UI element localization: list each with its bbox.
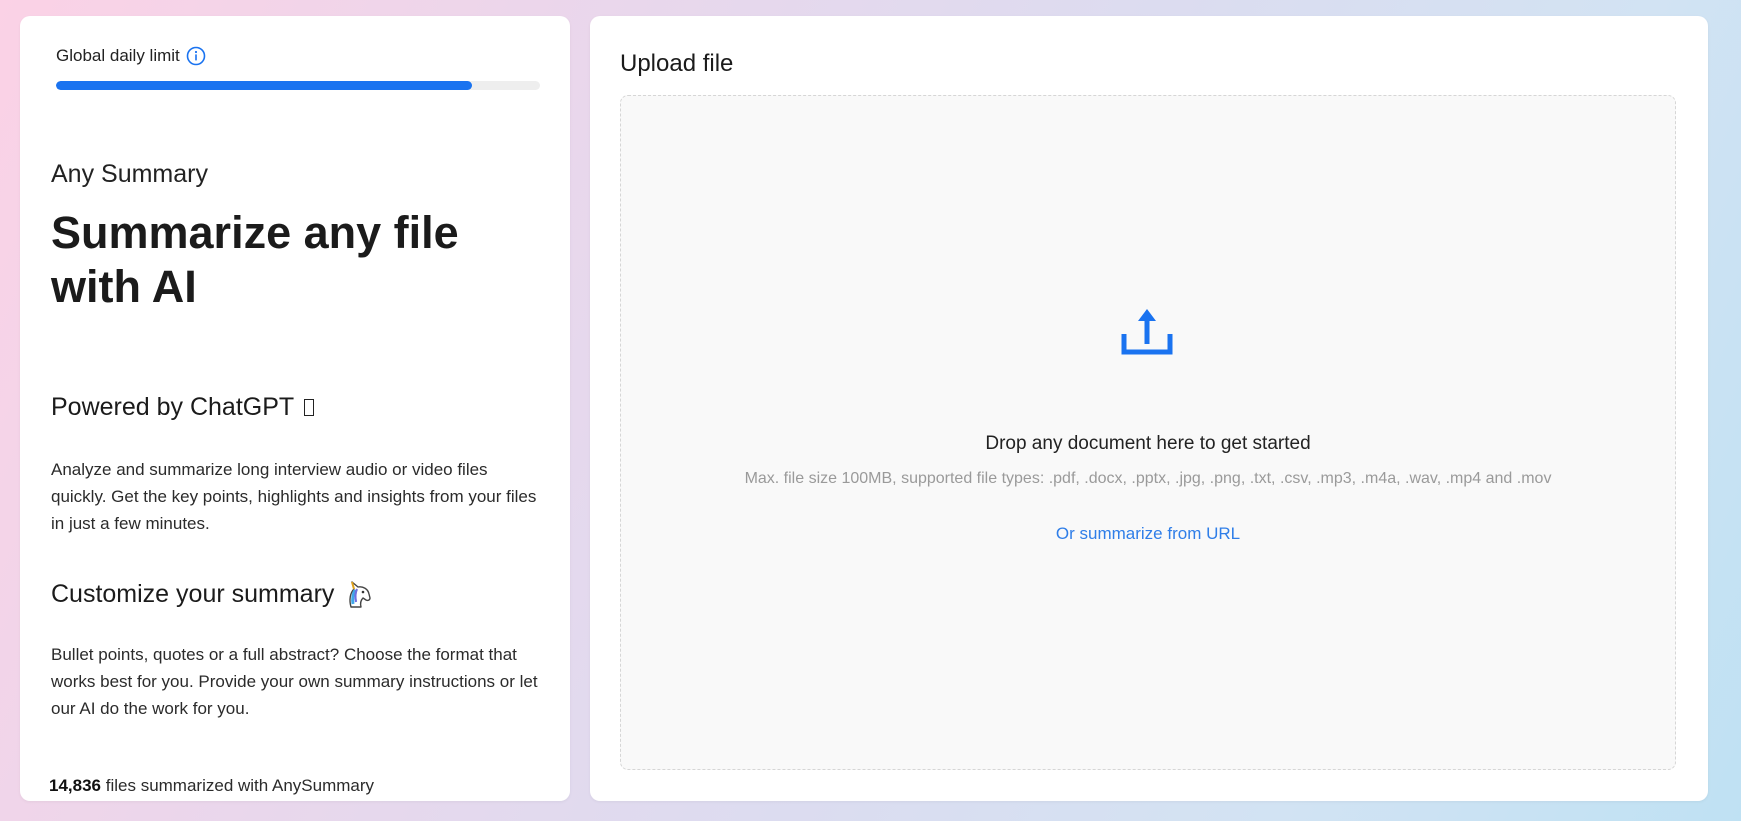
- files-summarized-stat: 14,836 files summarized with AnySummary: [49, 776, 374, 796]
- info-icon[interactable]: [186, 46, 206, 66]
- supported-file-types: Max. file size 100MB, supported file typ…: [744, 470, 1552, 487]
- daily-limit-progress-fill: [56, 81, 473, 90]
- powered-by-description: Analyze and summarize long interview aud…: [51, 460, 537, 533]
- app-name: Any Summary: [51, 160, 208, 188]
- file-dropzone[interactable]: Drop any document here to get started Ma…: [620, 95, 1676, 770]
- daily-limit-progress-bar: [56, 81, 540, 90]
- customize-title: Customize your summary: [51, 579, 335, 608]
- upload-icon[interactable]: [1120, 308, 1174, 360]
- upload-panel: Upload file Drop any document here to ge…: [590, 16, 1708, 801]
- unicorn-icon: [342, 578, 374, 610]
- files-summarized-count: 14,836: [49, 776, 101, 795]
- info-panel: Global daily limit Any Summary Summarize…: [20, 16, 570, 801]
- files-summarized-label: files summarized with AnySummary: [105, 776, 375, 795]
- customize-description: Bullet points, quotes or a full abstract…: [51, 645, 538, 718]
- powered-by-heading: Powered by ChatGPT: [51, 393, 315, 422]
- unsupported-glyph-box: [304, 399, 315, 416]
- powered-by-title: Powered by ChatGPT: [51, 393, 295, 421]
- customize-heading: Customize your summary: [51, 578, 374, 610]
- drop-instructions: Drop any document here to get started: [985, 433, 1311, 454]
- summarize-from-url-link[interactable]: Or summarize from URL: [621, 524, 1675, 544]
- upload-title: Upload file: [620, 50, 734, 77]
- page-headline: Summarize any file with AI: [51, 207, 459, 312]
- daily-limit-row: Global daily limit: [56, 46, 206, 66]
- daily-limit-label: Global daily limit: [56, 46, 180, 65]
